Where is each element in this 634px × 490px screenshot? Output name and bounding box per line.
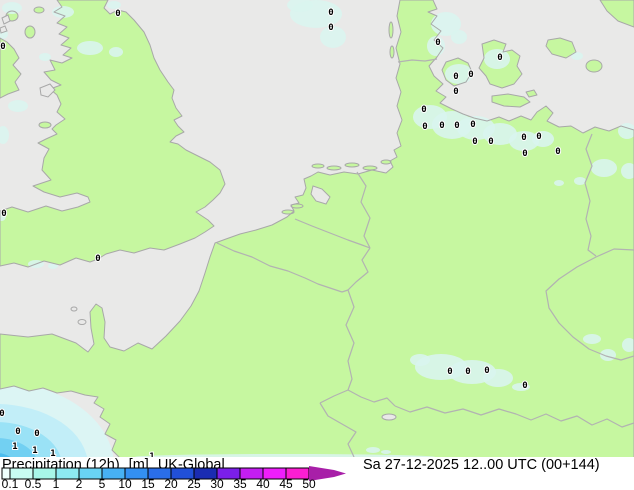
scale-tick-label: 10 [118,477,132,490]
precip-value: 0 [468,70,473,80]
precip-area [410,354,430,366]
precip-value: 0 [488,137,493,147]
weather-map-screen: 000000000000000000000000000001111 Precip… [0,0,634,490]
precip-area [583,334,601,344]
scale-tick-label: 0.5 [25,477,42,490]
scale-tick-label: 15 [141,477,155,490]
precip-value: 0 [522,149,527,159]
channel-island [77,319,87,325]
precip-area [39,53,51,61]
precip-value: 0 [422,122,427,132]
precip-value: 0 [447,367,452,377]
precip-area [574,177,586,185]
precip-value: 0 [497,53,502,63]
scale-tick-label: 0.1 [2,477,19,490]
scale-tick-label: 2 [76,477,83,490]
precip-value: 0 [34,429,39,439]
precip-area [451,30,467,44]
precip-value: 0 [15,427,20,437]
precip-value: 0 [472,137,477,147]
precip-value: 0 [115,9,120,19]
forecast-map: 00000000000 0 0 00 0 0 00 0000 0 0000 01 1 1 1 [0,0,634,458]
precip-value: 1 [32,446,37,456]
color-scale-bar: 0.1 0.5 1 2 5 10 15 20 25 30 35 40 45 50 [1,466,346,490]
scale-tick-label: 30 [210,477,224,490]
scale-tick-label: 50 [302,477,316,490]
precip-area [571,52,583,60]
scale-tick-label: 25 [187,477,201,490]
precip-area [109,47,123,57]
precip-value: 0 [328,8,333,18]
precip-value: 0 [435,38,440,48]
precip-value: 0 [521,133,526,143]
precip-area [591,159,617,177]
precip-value: 0 [421,105,426,115]
precip-value: 0 [453,87,458,97]
scale-tick-label: 20 [164,477,178,490]
precip-value: 0 [453,72,458,82]
precip-value: 0 [522,381,527,391]
scale-tick-label: 5 [99,477,106,490]
precip-area [107,1,121,9]
scale-tick-label: 45 [279,477,293,490]
precip-value: 0 [536,132,541,142]
precip-value: 0 [0,42,5,52]
precip-value: 0 [95,254,100,264]
precip-value: 0 [1,209,6,219]
precip-value: 0 [470,120,475,130]
precip-value: 1 [12,442,17,452]
precip-value: 0 [484,366,489,376]
scale-tick-label: 40 [256,477,270,490]
precip-area [8,100,28,112]
lake-constance [381,413,397,421]
channel-island [70,306,78,312]
legend-bar: Precipitation (12h) [m] UK-Global Sa 27-12… [0,457,634,490]
precip-area [554,180,564,186]
precip-value: 0 [454,121,459,131]
precip-area [2,2,22,14]
scale-tick-label: 1 [53,477,60,490]
precip-value: 0 [328,23,333,33]
precip-area [77,41,103,55]
precip-value: 0 [555,147,560,157]
scale-tick-label: 35 [233,477,247,490]
precip-value: 0 [439,121,444,131]
precip-area [366,447,380,453]
precip-value: 0 [0,409,5,419]
precip-value: 0 [465,367,470,377]
precip-area [381,450,391,454]
